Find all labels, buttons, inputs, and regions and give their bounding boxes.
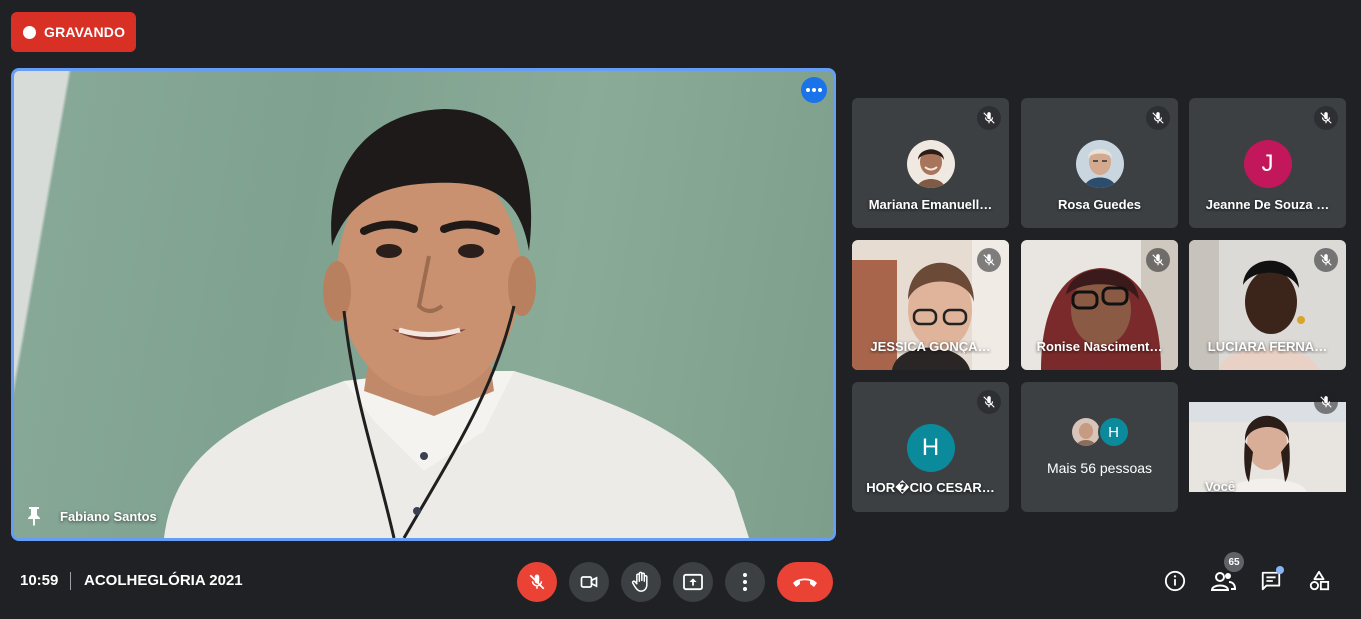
mic-off-indicator	[977, 106, 1001, 130]
speaker-video	[164, 109, 749, 538]
participant-tile-luciara[interactable]: LUCIARA FERNA…	[1189, 240, 1346, 370]
chat-notification-dot	[1276, 566, 1284, 574]
tile-options-button[interactable]	[801, 77, 827, 103]
avatar-letter: J	[1261, 150, 1274, 177]
mic-off-icon	[1152, 254, 1164, 266]
mic-off-indicator	[1314, 390, 1338, 414]
participant-tile-rosa[interactable]: Rosa Guedes	[1021, 98, 1178, 228]
pin-icon	[28, 507, 40, 526]
avatar-letter: H	[921, 434, 940, 461]
camera-icon	[580, 576, 598, 588]
meeting-details-button[interactable]	[1162, 568, 1188, 594]
mic-off-indicator	[1314, 106, 1338, 130]
participant-count-badge: 65	[1224, 552, 1244, 572]
mini-avatar	[1069, 416, 1102, 448]
participant-name: HOR�CIO CESAR…	[866, 480, 995, 495]
participant-name: Ronise Nasciment…	[1036, 339, 1163, 354]
mic-off-icon	[1320, 112, 1332, 124]
mic-off-indicator	[1146, 248, 1170, 272]
more-vert-icon	[743, 573, 747, 591]
more-options-button[interactable]	[725, 562, 765, 602]
speaker-name: Fabiano Santos	[60, 509, 157, 524]
mic-off-indicator	[977, 248, 1001, 272]
camera-toggle-button[interactable]	[569, 562, 609, 602]
mini-avatars: H	[1069, 416, 1134, 448]
mic-off-icon	[1320, 254, 1332, 266]
mic-off-indicator	[1314, 248, 1338, 272]
main-speaker-tile[interactable]: Fabiano Santos	[11, 68, 836, 541]
participant-name: LUCIARA FERNA…	[1207, 339, 1328, 354]
divider	[70, 572, 71, 590]
participant-name: Rosa Guedes	[1057, 197, 1142, 212]
meeting-title: ACOLHEGLÓRIA 2021	[84, 572, 243, 589]
mic-off-icon	[1152, 112, 1164, 124]
more-horiz-icon	[806, 88, 822, 92]
present-screen-button[interactable]	[673, 562, 713, 602]
participant-name: Mariana Emanuell…	[868, 197, 993, 212]
avatar: J	[1243, 140, 1292, 188]
clock: 10:59	[20, 572, 59, 589]
participant-name: Jeanne De Souza …	[1205, 197, 1330, 212]
self-name: Você	[1205, 479, 1236, 494]
raise-hand-button[interactable]	[621, 562, 661, 602]
avatar	[1075, 140, 1124, 188]
bottom-toolbar: 10:59 ACOLHEGLÓRIA 2021 65	[0, 552, 1361, 612]
recording-label: GRAVANDO	[44, 24, 126, 40]
avatar	[906, 140, 955, 188]
info-icon	[1164, 570, 1186, 592]
present-screen-icon	[683, 573, 703, 591]
activities-button[interactable]	[1306, 568, 1332, 594]
activities-icon	[1309, 570, 1330, 591]
more-people-label: Mais 56 pessoas	[1046, 460, 1153, 476]
mini-avatar-letter: H	[1108, 423, 1119, 441]
mic-off-icon	[1320, 396, 1332, 408]
mic-toggle-button[interactable]	[517, 562, 557, 602]
mic-off-icon	[983, 396, 995, 408]
mic-off-indicator	[977, 390, 1001, 414]
mic-off-icon	[983, 254, 995, 266]
participant-tile-jessica[interactable]: JESSICA GONÇA…	[852, 240, 1009, 370]
mic-off-icon	[529, 574, 545, 590]
people-icon	[1210, 572, 1236, 591]
record-dot-icon	[23, 25, 36, 39]
raise-hand-icon	[631, 571, 648, 592]
mini-avatar: H	[1097, 416, 1130, 448]
participant-tile-mariana[interactable]: Mariana Emanuell…	[852, 98, 1009, 228]
mic-off-indicator	[1146, 106, 1170, 130]
participant-tile-horacio[interactable]: H HOR�CIO CESAR…	[852, 382, 1009, 512]
avatar: H	[906, 424, 955, 472]
self-tile[interactable]: Você	[1189, 382, 1346, 512]
leave-call-button[interactable]	[777, 562, 833, 602]
participant-name: JESSICA GONÇA…	[870, 339, 991, 354]
participant-tile-ronise[interactable]: Ronise Nasciment…	[1021, 240, 1178, 370]
participant-tile-jeanne[interactable]: J Jeanne De Souza …	[1189, 98, 1346, 228]
mic-off-icon	[983, 112, 995, 124]
recording-badge: GRAVANDO	[11, 12, 136, 52]
hangup-icon	[793, 578, 817, 587]
more-people-tile[interactable]: H Mais 56 pessoas	[1021, 382, 1178, 512]
